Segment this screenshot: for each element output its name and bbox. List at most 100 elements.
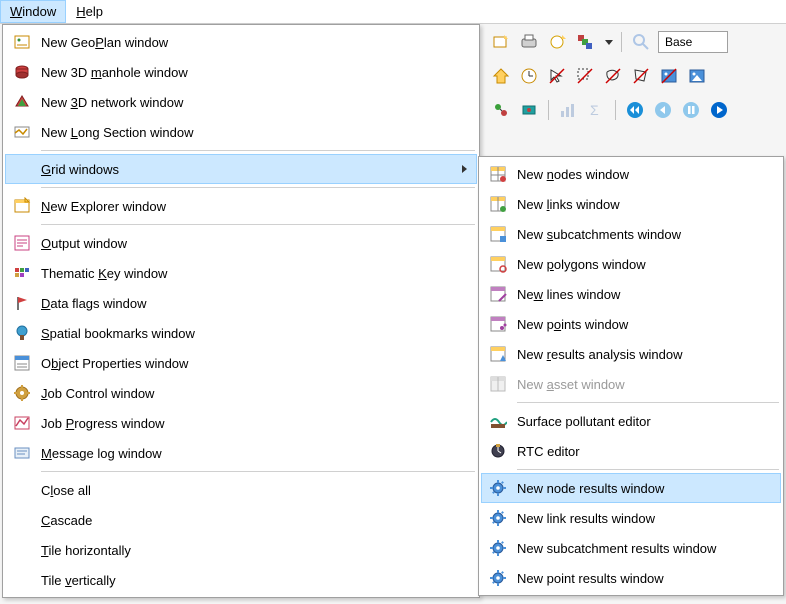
tool-icon-home[interactable]: [490, 65, 512, 87]
window-menu-item-close-all[interactable]: Close all: [5, 475, 477, 505]
blank-icon: [9, 479, 35, 501]
window-menu-item-spatial-bookmarks-window[interactable]: Spatial bookmarks window: [5, 318, 477, 348]
grid-submenu-item-new-results-analysis-window[interactable]: New results analysis window: [481, 339, 781, 369]
grid-submenu-item-new-lines-window[interactable]: New lines window: [481, 279, 781, 309]
tool-icon-select-off[interactable]: [546, 65, 568, 87]
tool-icon-sigma[interactable]: Σ: [585, 99, 607, 121]
grid-submenu-item-new-asset-window: New asset window: [481, 369, 781, 399]
grid-submenu-item-label: New point results window: [511, 571, 775, 586]
grid-submenu-item-label: New node results window: [511, 481, 775, 496]
tool-icon-step-back[interactable]: [652, 99, 674, 121]
tool-icon-search[interactable]: [630, 31, 652, 53]
dropdown-arrow-icon[interactable]: [605, 40, 613, 45]
window-menu-item-tile-vertically[interactable]: Tile vertically: [5, 565, 477, 595]
window-menu-item-new-3d-network-window[interactable]: New 3D network window: [5, 87, 477, 117]
window-menu-item-message-log-window[interactable]: Message log window: [5, 438, 477, 468]
explorer-icon: [9, 195, 35, 217]
menubar-window[interactable]: Window: [0, 0, 66, 23]
tool-icon-pause[interactable]: [680, 99, 702, 121]
tool-icon-print[interactable]: [518, 31, 540, 53]
bookmarks-icon: [9, 322, 35, 344]
grid-submenu-item-new-subcatchments-window[interactable]: New subcatchments window: [481, 219, 781, 249]
window-menu-item-separator: [41, 187, 475, 188]
longsection-icon: [9, 121, 35, 143]
grid-blue-icon: [485, 223, 511, 245]
window-menu-item-new-3d-manhole-window[interactable]: New 3D manhole window: [5, 57, 477, 87]
geoplan-icon: [9, 31, 35, 53]
grid-submenu-item-rtc-editor[interactable]: RTC editor: [481, 436, 781, 466]
window-menu-item-grid-windows[interactable]: Grid windows: [5, 154, 477, 184]
tool-icon-new[interactable]: [490, 31, 512, 53]
window-menu-item-job-progress-window[interactable]: Job Progress window: [5, 408, 477, 438]
svg-text:Σ: Σ: [590, 102, 599, 118]
toolbar-sep: [621, 32, 622, 52]
window-menu-item-label: New Long Section window: [35, 125, 471, 140]
grid-submenu-item-label: New nodes window: [511, 167, 775, 182]
tool-icon-layers[interactable]: [574, 31, 596, 53]
grid-submenu-item-new-subcatchment-results-window[interactable]: New subcatchment results window: [481, 533, 781, 563]
window-menu-item-label: Grid windows: [35, 162, 462, 177]
window-menu-item-new-geoplan-window[interactable]: New GeoPlan window: [5, 27, 477, 57]
gear-blue-icon: [485, 537, 511, 559]
grid-submenu-item-label: New subcatchments window: [511, 227, 775, 242]
tool-icon-skip-back[interactable]: [624, 99, 646, 121]
menubar-help[interactable]: Help: [66, 0, 113, 23]
blank-icon: [9, 569, 35, 591]
tool-icon-select-rect-off[interactable]: [574, 65, 596, 87]
menubar-window-label: Window: [10, 4, 56, 19]
progress-icon: [9, 412, 35, 434]
blank-icon: [9, 509, 35, 531]
grid-submenu-item-surface-pollutant-editor[interactable]: Surface pollutant editor: [481, 406, 781, 436]
grid-submenu-item-new-link-results-window[interactable]: New link results window: [481, 503, 781, 533]
tool-icon-image-off[interactable]: [658, 65, 680, 87]
toolbar-sep-2: [548, 100, 549, 120]
grid-submenu-item-label: Surface pollutant editor: [511, 414, 775, 429]
grid-submenu-item-new-node-results-window[interactable]: New node results window: [481, 473, 781, 503]
window-menu-item-separator: [41, 150, 475, 151]
gear-blue-icon: [485, 477, 511, 499]
base-combo[interactable]: Base: [658, 31, 728, 53]
rtc-icon: [485, 440, 511, 462]
window-menu-item-thematic-key-window[interactable]: Thematic Key window: [5, 258, 477, 288]
window-menu-item-data-flags-window[interactable]: Data flags window: [5, 288, 477, 318]
window-menu-item-cascade[interactable]: Cascade: [5, 505, 477, 535]
window-menu-item-label: Tile horizontally: [35, 543, 471, 558]
grid-submenu-item-label: New lines window: [511, 287, 775, 302]
window-menu-item-new-long-section-window[interactable]: New Long Section window: [5, 117, 477, 147]
grid-submenu-item-new-points-window[interactable]: New points window: [481, 309, 781, 339]
tool-icon-chart[interactable]: [557, 99, 579, 121]
grid-submenu-item-new-polygons-window[interactable]: New polygons window: [481, 249, 781, 279]
tool-icon-play[interactable]: [708, 99, 730, 121]
window-menu-item-object-properties-window[interactable]: Object Properties window: [5, 348, 477, 378]
window-menu-item-output-window[interactable]: Output window: [5, 228, 477, 258]
grid-submenu-item-label: RTC editor: [511, 444, 775, 459]
window-menu-item-label: Output window: [35, 236, 471, 251]
grid-submenu-item-label: New results analysis window: [511, 347, 775, 362]
window-menu-item-tile-horizontally[interactable]: Tile horizontally: [5, 535, 477, 565]
grid-results-icon: [485, 343, 511, 365]
tool-icon-clock[interactable]: [518, 65, 540, 87]
grid-windows-submenu: New nodes window New links window New subc…: [478, 156, 784, 596]
tool-icon-image[interactable]: [686, 65, 708, 87]
grid-submenu-item-separator: [517, 402, 779, 403]
toolbar-row-2: [490, 62, 730, 90]
grid-submenu-item-label: New link results window: [511, 511, 775, 526]
window-menu-item-job-control-window[interactable]: Job Control window: [5, 378, 477, 408]
tool-icon-record[interactable]: [518, 99, 540, 121]
flags-icon: [9, 292, 35, 314]
submenu-arrow-icon: [462, 165, 467, 173]
toolbar-area: Base Σ: [490, 28, 730, 124]
tool-icon-select-poly-off[interactable]: [630, 65, 652, 87]
gear-blue-icon: [485, 567, 511, 589]
toolbar-sep-3: [615, 100, 616, 120]
window-menu-item-new-explorer-window[interactable]: New Explorer window: [5, 191, 477, 221]
tool-icon-run[interactable]: [490, 99, 512, 121]
grid-submenu-item-new-nodes-window[interactable]: New nodes window: [481, 159, 781, 189]
tool-icon-wizard[interactable]: [546, 31, 568, 53]
grid-submenu-item-new-point-results-window[interactable]: New point results window: [481, 563, 781, 593]
tool-icon-select-lasso-off[interactable]: [602, 65, 624, 87]
output-icon: [9, 232, 35, 254]
window-menu-item-label: New GeoPlan window: [35, 35, 471, 50]
grid-submenu-item-new-links-window[interactable]: New links window: [481, 189, 781, 219]
grid-submenu-item-label: New polygons window: [511, 257, 775, 272]
